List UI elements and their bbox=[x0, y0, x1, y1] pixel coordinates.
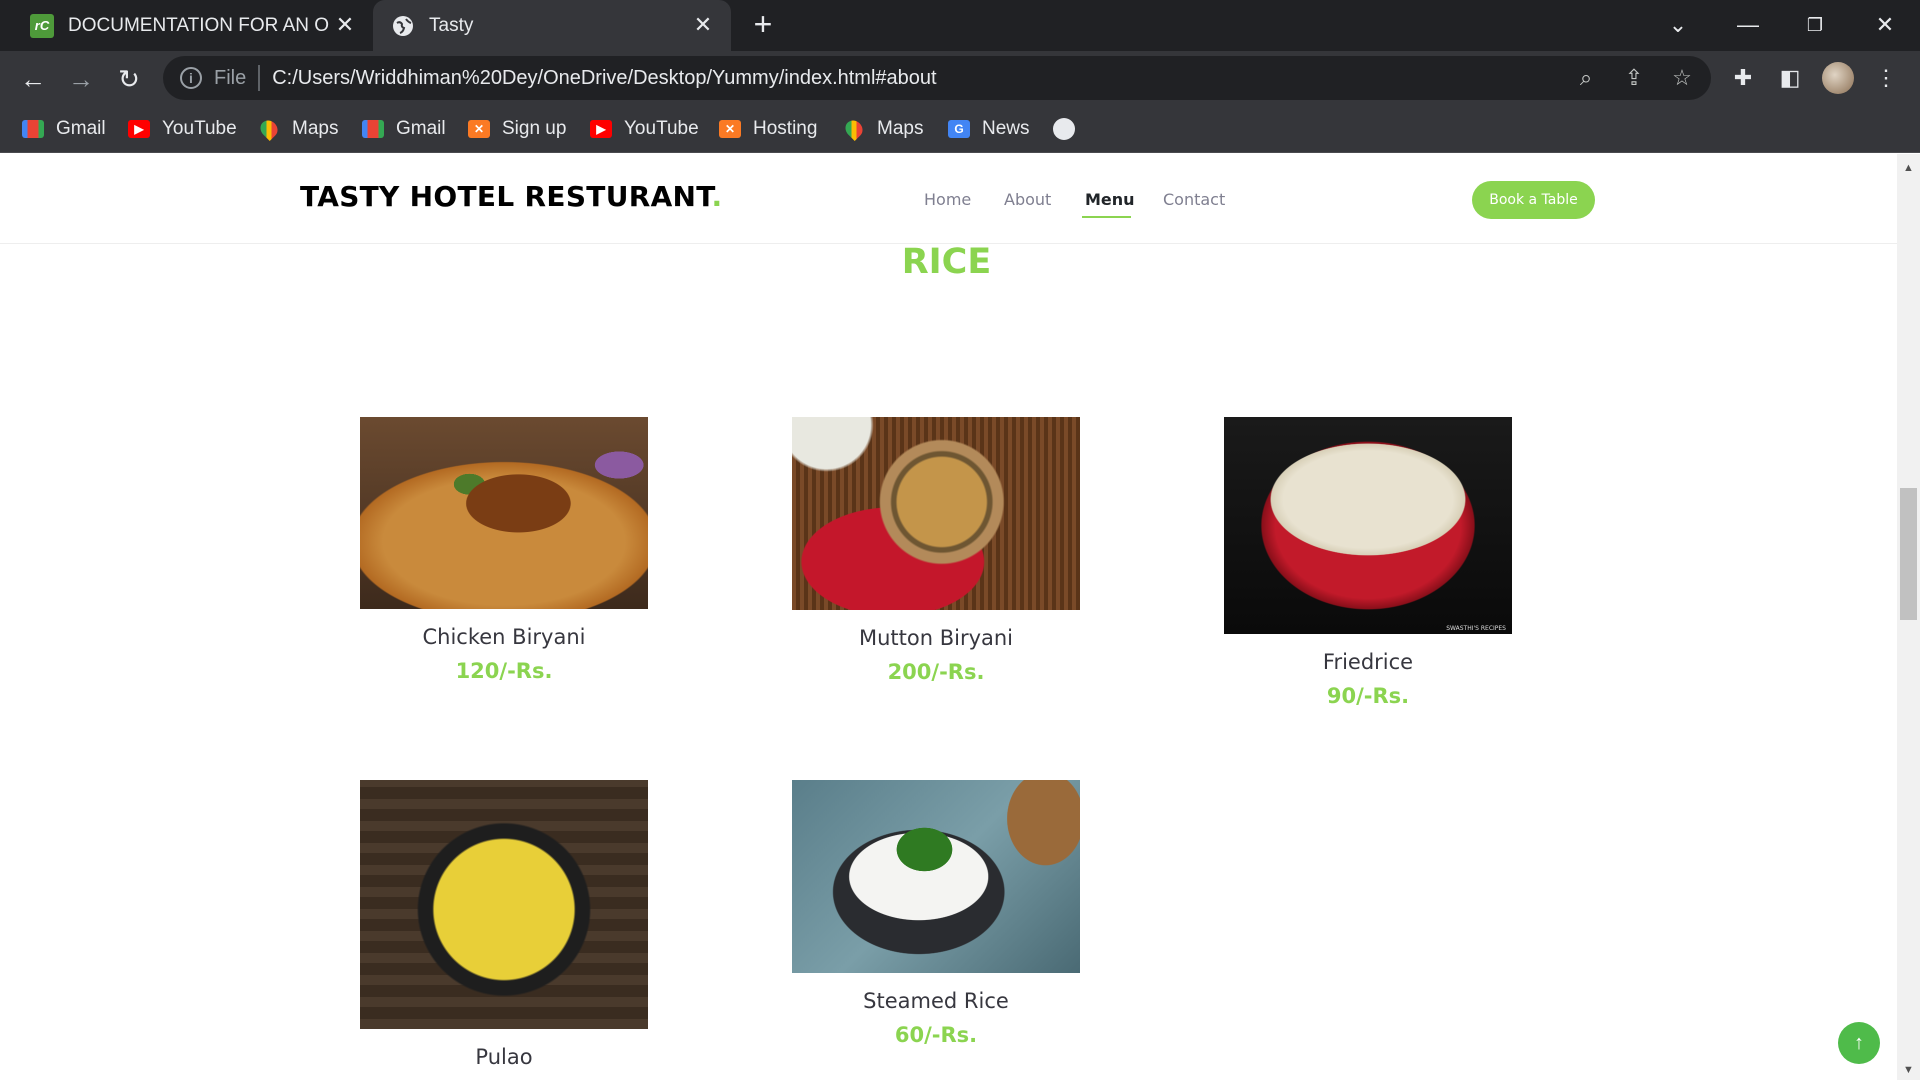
bookmark-label: YouTube bbox=[624, 118, 699, 139]
image-watermark: SWASTHI'S RECIPES bbox=[1446, 625, 1506, 632]
book-a-table-button[interactable]: Book a Table bbox=[1472, 181, 1595, 219]
page-viewport: TASTY HOTEL RESTURANT. Home About Menu C… bbox=[0, 154, 1897, 1080]
tab-title: DOCUMENTATION FOR AN ONLI bbox=[68, 14, 330, 36]
bookmark-youtube[interactable]: ▶ YouTube bbox=[590, 113, 699, 145]
page-scrollbar[interactable]: ▲ ▼ bbox=[1897, 154, 1920, 1080]
bookmark-gmail[interactable]: Gmail bbox=[22, 113, 106, 145]
minimize-button[interactable]: — bbox=[1728, 8, 1768, 42]
bookmark-label: Sign up bbox=[502, 118, 567, 139]
restore-button[interactable]: ❐ bbox=[1795, 8, 1835, 42]
globe-icon bbox=[391, 14, 415, 38]
bookmark-label: Hosting bbox=[753, 118, 818, 139]
bookmark-youtube[interactable]: ▶ YouTube bbox=[128, 113, 237, 145]
site-header: TASTY HOTEL RESTURANT. Home About Menu C… bbox=[0, 154, 1897, 244]
menu-kebab-icon[interactable]: ⋮ bbox=[1871, 63, 1901, 93]
menu-item-friedrice[interactable]: SWASTHI'S RECIPES Friedrice 90/-Rs. bbox=[1224, 417, 1512, 708]
nav-active-underline bbox=[1082, 216, 1131, 218]
scroll-up-arrow-icon[interactable]: ▲ bbox=[1903, 162, 1914, 174]
rc-icon: rC bbox=[30, 13, 54, 38]
bookmark-star-icon[interactable]: ☆ bbox=[1669, 65, 1695, 91]
close-window-button[interactable]: ✕ bbox=[1865, 8, 1905, 42]
new-tab-button[interactable]: + bbox=[748, 8, 778, 40]
zoom-icon[interactable]: ⌕ bbox=[1573, 65, 1599, 91]
menu-item-name: Mutton Biryani bbox=[858, 626, 1014, 650]
bookmark-gmail[interactable]: Gmail bbox=[362, 113, 446, 145]
nav-contact[interactable]: Contact bbox=[1163, 190, 1225, 209]
xampp-icon: ✕ bbox=[468, 120, 490, 138]
bookmark-label: Maps bbox=[877, 118, 924, 139]
globe-icon bbox=[1053, 118, 1075, 140]
menu-item-name: Steamed Rice bbox=[863, 989, 1009, 1013]
news-icon: G bbox=[948, 120, 970, 138]
menu-item-price: 90/-Rs. bbox=[1326, 684, 1410, 708]
bookmark-news[interactable]: G News bbox=[948, 113, 1030, 145]
bookmark-globe[interactable] bbox=[1053, 113, 1075, 145]
tab-documentation[interactable]: rC DOCUMENTATION FOR AN ONLI ✕ bbox=[0, 0, 373, 51]
profile-avatar[interactable] bbox=[1822, 62, 1854, 94]
maps-icon bbox=[841, 116, 867, 142]
close-tab-icon[interactable]: ✕ bbox=[691, 13, 715, 37]
menu-item-steamed-rice[interactable]: Steamed Rice 60/-Rs. bbox=[792, 780, 1080, 1047]
menu-item-price: 120/-Rs. bbox=[455, 659, 553, 683]
section-title: RICE bbox=[901, 242, 992, 282]
youtube-icon: ▶ bbox=[128, 120, 150, 138]
nav-home[interactable]: Home bbox=[924, 190, 971, 209]
side-panel-icon[interactable]: ◧ bbox=[1775, 63, 1805, 93]
extensions-icon[interactable]: ✚ bbox=[1728, 63, 1758, 93]
logo-text: TASTY HOTEL RESTURANT bbox=[300, 180, 712, 213]
share-icon[interactable]: ⇪ bbox=[1621, 65, 1647, 91]
menu-item-pulao[interactable]: Pulao bbox=[360, 780, 648, 1069]
mutton-biryani-image[interactable] bbox=[792, 417, 1080, 610]
tab-tasty[interactable]: Tasty ✕ bbox=[373, 0, 731, 51]
arrow-up-icon: ↑ bbox=[1854, 1032, 1864, 1054]
scrollbar-thumb[interactable] bbox=[1900, 488, 1917, 620]
site-logo[interactable]: TASTY HOTEL RESTURANT. bbox=[300, 180, 722, 213]
site-info-icon[interactable]: i bbox=[180, 67, 202, 89]
tab-title: Tasty bbox=[429, 14, 474, 36]
menu-item-price: 200/-Rs. bbox=[887, 660, 985, 684]
menu-item-name: Chicken Biryani bbox=[422, 625, 586, 649]
scroll-to-top-button[interactable]: ↑ bbox=[1838, 1022, 1880, 1064]
scroll-down-arrow-icon[interactable]: ▼ bbox=[1903, 1064, 1914, 1076]
chicken-biryani-image[interactable] bbox=[360, 417, 648, 609]
bookmark-label: Gmail bbox=[56, 118, 106, 139]
tab-search-chevron-icon[interactable]: ⌄ bbox=[1658, 8, 1698, 42]
gmail-icon bbox=[22, 120, 44, 138]
close-tab-icon[interactable]: ✕ bbox=[333, 13, 357, 37]
bookmark-label: News bbox=[982, 118, 1030, 139]
gmail-icon bbox=[362, 120, 384, 138]
menu-item-price: 60/-Rs. bbox=[894, 1023, 978, 1047]
friedrice-image[interactable]: SWASTHI'S RECIPES bbox=[1224, 417, 1512, 634]
pulao-image[interactable] bbox=[360, 780, 648, 1029]
bookmark-label: YouTube bbox=[162, 118, 237, 139]
menu-item-mutton-biryani[interactable]: Mutton Biryani 200/-Rs. bbox=[792, 417, 1080, 684]
logo-dot: . bbox=[711, 180, 723, 213]
nav-menu[interactable]: Menu bbox=[1085, 190, 1135, 209]
bookmark-sign-up[interactable]: ✕ Sign up bbox=[468, 113, 566, 145]
steamed-rice-image[interactable] bbox=[792, 780, 1080, 973]
bookmark-maps[interactable]: Maps bbox=[841, 113, 924, 145]
browser-toolbar: ← → ↻ i File C:/Users/Wriddhiman%20Dey/O… bbox=[0, 51, 1920, 105]
nav-about[interactable]: About bbox=[1004, 190, 1051, 209]
maps-icon bbox=[256, 116, 282, 142]
xampp-icon: ✕ bbox=[719, 120, 741, 138]
forward-button[interactable]: → bbox=[63, 61, 99, 97]
url-scheme: File bbox=[214, 65, 261, 91]
bookmark-label: Maps bbox=[292, 118, 339, 139]
youtube-icon: ▶ bbox=[590, 120, 612, 138]
bookmarks-bar: Gmail ▶ YouTube Maps Gmail ✕ Sign up ▶ YouT… bbox=[0, 105, 1920, 153]
browser-tab-strip: rC DOCUMENTATION FOR AN ONLI ✕ Tasty ✕ +… bbox=[0, 0, 1920, 51]
bookmark-hosting[interactable]: ✕ Hosting bbox=[719, 113, 817, 145]
bookmark-label: Gmail bbox=[396, 118, 446, 139]
bookmark-maps[interactable]: Maps bbox=[256, 113, 339, 145]
reload-button[interactable]: ↻ bbox=[111, 61, 147, 97]
url-text[interactable]: C:/Users/Wriddhiman%20Dey/OneDrive/Deskt… bbox=[272, 67, 936, 90]
address-bar[interactable]: i File C:/Users/Wriddhiman%20Dey/OneDriv… bbox=[163, 56, 1711, 100]
back-button[interactable]: ← bbox=[15, 61, 51, 97]
menu-item-chicken-biryani[interactable]: Chicken Biryani 120/-Rs. bbox=[360, 417, 648, 683]
menu-item-name: Pulao bbox=[475, 1045, 533, 1069]
menu-item-name: Friedrice bbox=[1322, 650, 1414, 674]
